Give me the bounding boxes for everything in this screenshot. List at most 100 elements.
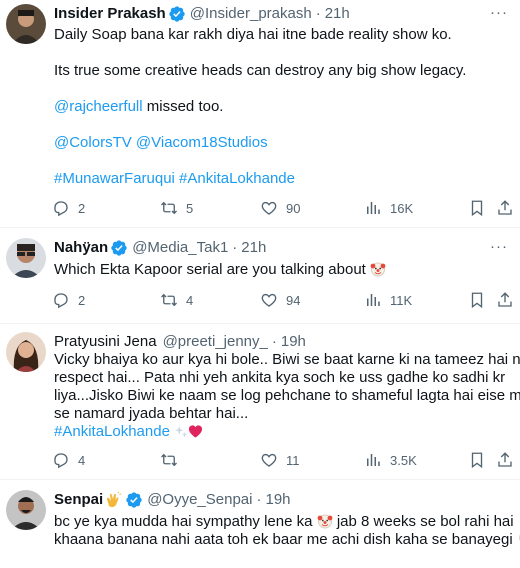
share-icon <box>498 452 512 467</box>
text-line: se namard jyada behtar hai... <box>54 405 249 422</box>
avatar-senpai[interactable] <box>6 490 46 530</box>
reply-count: 4 <box>78 452 86 468</box>
share-icon <box>498 200 512 215</box>
timestamp[interactable]: 21h <box>241 238 266 258</box>
views-button[interactable]: 3.5K <box>364 450 417 470</box>
bookmark-button[interactable] <box>468 290 486 310</box>
heart-icon <box>261 453 277 467</box>
like-count: 94 <box>286 292 301 308</box>
like-button[interactable]: 90 <box>260 198 300 218</box>
like-button[interactable]: 11 <box>260 450 300 470</box>
repost-button[interactable]: 4 <box>160 290 193 310</box>
views-button[interactable]: 16K <box>364 198 413 218</box>
separator: · <box>271 333 277 350</box>
more-options-icon[interactable]: ··· <box>490 238 508 255</box>
tweet-4[interactable]: Senpai @Oyye_Senpai · 19h bc ye kya mudd… <box>0 480 520 568</box>
handle[interactable]: @preeti_jenny_ <box>163 332 268 352</box>
timestamp[interactable]: 19h <box>265 490 290 510</box>
view-count: 3.5K <box>390 452 417 468</box>
tweet-actions: 2 4 94 11K <box>52 290 520 310</box>
separator: · <box>232 239 238 256</box>
bookmark-icon <box>471 452 483 469</box>
text-fragment: khaana banana nahi aata toh ek baar me a… <box>54 531 513 548</box>
separator: · <box>256 491 262 508</box>
reply-icon <box>54 201 68 217</box>
repost-button[interactable] <box>160 450 178 470</box>
timestamp[interactable]: 21h <box>325 4 350 24</box>
text-line: liya...Jisko Biwi ke naam se log pehchan… <box>54 387 520 404</box>
tweet-actions: 2 5 90 16K <box>52 198 520 218</box>
text-line: #AnkitaLokhande <box>54 423 510 441</box>
repost-count: 4 <box>186 292 194 308</box>
tweet-header: Pratyusini Jena @preeti_jenny_ · 19h <box>54 332 520 352</box>
text-fragment: bc ye kya mudda hai sympathy lene ka <box>54 513 313 530</box>
hashtag-links[interactable]: #MunawarFaruqui #AnkitaLokhande <box>54 170 295 188</box>
more-options-icon[interactable]: ··· <box>490 4 508 21</box>
text-line: Which Ekta Kapoor serial are you talking… <box>54 261 510 279</box>
like-button[interactable]: 94 <box>260 290 300 310</box>
sparkles-icon <box>174 425 188 438</box>
display-name[interactable]: Nahÿan <box>54 238 108 258</box>
tweet-actions: 4 11 3.5K <box>52 450 520 470</box>
tweet-header: Senpai @Oyye_Senpai · 19h <box>54 490 520 510</box>
like-count: 90 <box>286 200 301 216</box>
repost-button[interactable]: 5 <box>160 198 193 218</box>
like-count: 11 <box>286 452 300 468</box>
bookmark-icon <box>471 200 483 217</box>
tweet-header: Insider Prakash @Insider_prakash · 21h <box>54 4 520 24</box>
heart-icon <box>261 201 277 215</box>
reply-button[interactable]: 4 <box>52 450 85 470</box>
text-line: bc ye kya mudda hai sympathy lene ka jab… <box>54 513 514 531</box>
display-name[interactable]: Insider Prakash <box>54 4 166 24</box>
reply-button[interactable]: 2 <box>52 198 85 218</box>
repost-icon <box>161 293 177 307</box>
tweet-3[interactable]: Pratyusini Jena @preeti_jenny_ · 19h Vic… <box>0 324 520 480</box>
views-icon <box>367 202 380 214</box>
repost-count: 5 <box>186 200 194 216</box>
timestamp[interactable]: 19h <box>281 332 306 352</box>
tweet-1[interactable]: Insider Prakash @Insider_prakash · 21h ·… <box>0 0 520 228</box>
repost-icon <box>161 201 177 215</box>
text-line: Daily Soap bana kar rakh diya hai itne b… <box>54 26 452 43</box>
tweet-text: bc ye kya mudda hai sympathy lene ka jab… <box>54 513 520 549</box>
tweet-text: Vicky bhaiya ko aur kya hi bole.. Biwi s… <box>54 351 520 441</box>
bookmark-button[interactable] <box>468 198 486 218</box>
avatar-insider-prakash[interactable] <box>6 4 46 44</box>
view-count: 16K <box>390 200 414 216</box>
views-icon <box>367 454 380 466</box>
display-name[interactable]: Senpai <box>54 490 103 510</box>
display-name[interactable]: Pratyusini Jena <box>54 332 157 352</box>
share-button[interactable] <box>496 198 514 218</box>
tweet-2[interactable]: Nahÿan @Media_Tak1 · 21h ··· Which Ekta … <box>0 228 520 324</box>
reply-icon <box>54 453 68 469</box>
handle[interactable]: @Oyye_Senpai <box>147 490 252 510</box>
text-line: Vicky bhaiya ko aur kya hi bole.. Biwi s… <box>54 351 520 368</box>
reply-button[interactable]: 2 <box>52 290 85 310</box>
reply-icon <box>54 293 68 309</box>
text-fragment: missed too. <box>142 98 224 115</box>
views-icon <box>367 294 380 306</box>
verified-badge-icon <box>168 5 186 23</box>
avatar-nahyan[interactable] <box>6 238 46 278</box>
verified-badge-icon <box>125 491 143 509</box>
mention-link[interactable]: @rajcheerfull <box>54 98 143 115</box>
verified-badge-icon <box>110 239 128 257</box>
clapping-hands-icon <box>107 492 122 508</box>
text-line: khaana banana nahi aata toh ek baar me a… <box>54 531 520 549</box>
clown-face-icon <box>370 262 386 277</box>
text-fragment: Which Ekta Kapoor serial are you talking… <box>54 261 366 278</box>
share-button[interactable] <box>496 290 514 310</box>
view-count: 11K <box>390 292 413 308</box>
views-button[interactable]: 11K <box>364 290 412 310</box>
bookmark-button[interactable] <box>468 450 486 470</box>
reply-count: 2 <box>78 200 86 216</box>
tweet-header: Nahÿan @Media_Tak1 · 21h <box>54 238 520 258</box>
mention-links[interactable]: @ColorsTV @Viacom18Studios <box>54 134 268 152</box>
handle[interactable]: @Media_Tak1 <box>132 238 228 258</box>
avatar-pratyusini-jena[interactable] <box>6 332 46 372</box>
hashtag-link[interactable]: #AnkitaLokhande <box>54 423 170 440</box>
clown-face-icon <box>317 514 333 529</box>
heart-icon <box>261 293 277 307</box>
share-button[interactable] <box>496 450 514 470</box>
handle[interactable]: @Insider_prakash <box>190 4 312 24</box>
